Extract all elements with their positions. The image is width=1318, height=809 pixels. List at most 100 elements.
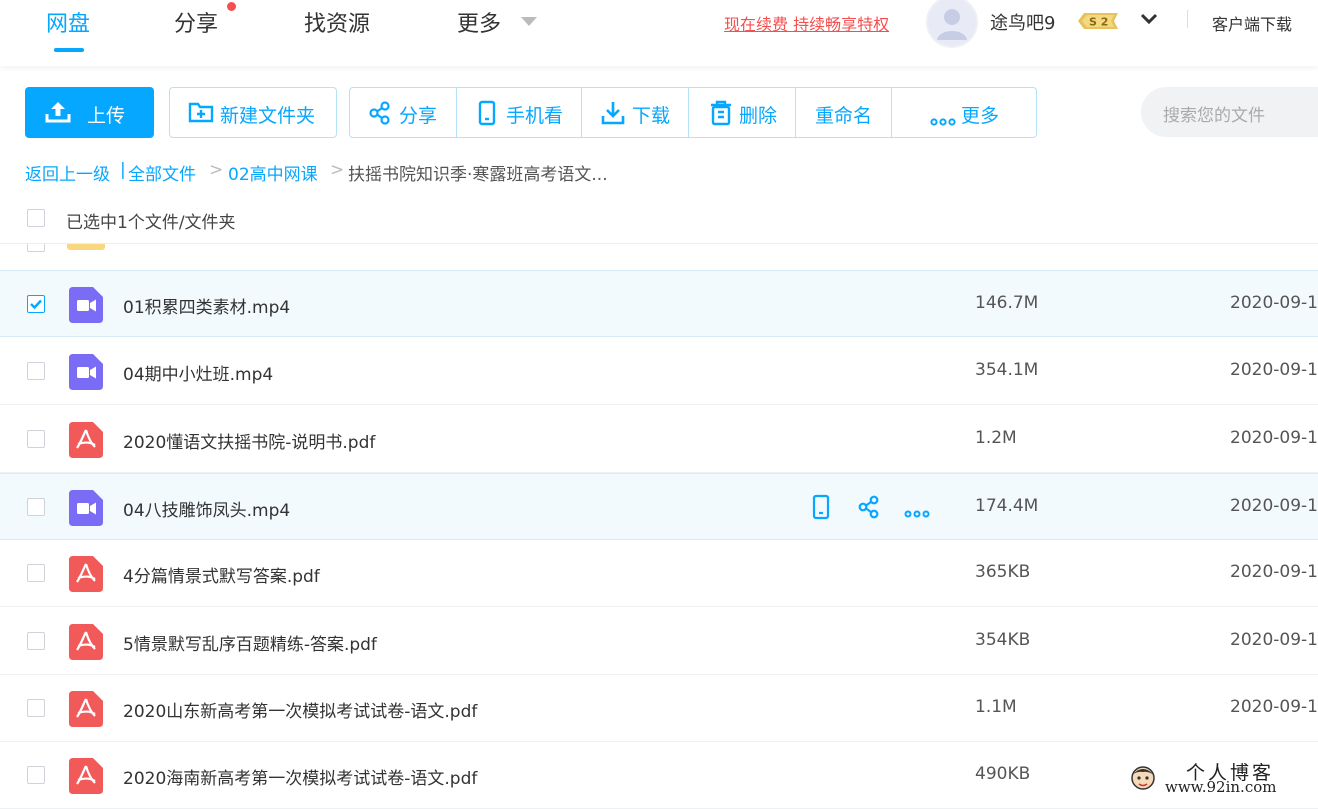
row-checkbox[interactable] xyxy=(27,632,45,650)
phone-icon xyxy=(477,100,497,131)
file-name[interactable]: 04八技雕饰凤头.mp4 xyxy=(123,496,290,521)
row-checkbox[interactable] xyxy=(27,430,45,448)
rename-button[interactable]: 重命名 xyxy=(796,88,891,137)
breadcrumb-divider: | xyxy=(120,160,126,180)
breadcrumb-separator: > xyxy=(330,160,345,180)
breadcrumb-separator: > xyxy=(209,160,224,180)
vip-badge-text: S 2 xyxy=(1089,16,1108,29)
share-label: 分享 xyxy=(399,105,438,127)
new-folder-button[interactable]: 新建文件夹 xyxy=(169,87,337,138)
select-all-checkbox[interactable] xyxy=(27,209,45,227)
pdf-file-icon xyxy=(69,691,103,727)
download-button[interactable]: 下载 xyxy=(582,88,688,137)
table-row[interactable]: 5情景默写乱序百题精练-答案.pdf 354KB 2020-09-16 xyxy=(0,608,1318,675)
trash-icon xyxy=(709,100,733,131)
file-name[interactable]: 04期中小灶班.mp4 xyxy=(123,360,273,385)
search-placeholder: 搜索您的文件 xyxy=(1163,106,1265,126)
upload-label: 上传 xyxy=(87,105,126,127)
download-label: 下载 xyxy=(632,105,671,127)
file-size: 365KB xyxy=(975,562,1031,582)
row-actions xyxy=(808,492,938,522)
watermark-url: www.92in.com xyxy=(1165,778,1277,796)
row-checkbox[interactable] xyxy=(27,244,45,252)
chevron-down-icon[interactable] xyxy=(1138,8,1160,30)
rename-label: 重命名 xyxy=(815,105,873,127)
notification-dot xyxy=(227,2,236,11)
file-name[interactable]: 2020山东新高考第一次模拟考试试卷-语文.pdf xyxy=(123,697,477,722)
file-name[interactable]: 01积累四类素材.mp4 xyxy=(123,293,290,318)
table-row[interactable]: 2020懂语文扶摇书院-说明书.pdf 1.2M 2020-09-16 xyxy=(0,406,1318,473)
file-date: 2020-09-16 xyxy=(1230,360,1318,380)
file-date: 2020-09-16 xyxy=(1230,293,1318,313)
ellipsis-icon xyxy=(930,109,956,131)
file-name[interactable]: 5情景默写乱序百题精练-答案.pdf xyxy=(123,630,377,655)
file-size: 1.1M xyxy=(975,697,1017,717)
table-row[interactable]: 4分篇情景式默写答案.pdf 365KB 2020-09-16 xyxy=(0,540,1318,607)
file-name[interactable]: 4分篇情景式默写答案.pdf xyxy=(123,562,320,587)
list-item-partial[interactable] xyxy=(0,244,1318,271)
breadcrumb-current: 扶摇书院知识季·寒露班高考语文... xyxy=(348,165,608,185)
vip-badge: S 2 xyxy=(1074,10,1122,32)
mobile-view-label: 手机看 xyxy=(506,105,564,127)
new-folder-label: 新建文件夹 xyxy=(220,105,316,127)
pdf-file-icon xyxy=(69,758,103,794)
upload-button[interactable]: 上传 xyxy=(25,87,154,138)
file-date: 2020-09-16 xyxy=(1230,428,1318,448)
table-row[interactable]: 04期中小灶班.mp4 354.1M 2020-09-16 xyxy=(0,338,1318,405)
folder-plus-icon xyxy=(188,100,214,129)
nav-tab-netdisk[interactable]: 网盘 xyxy=(46,6,90,38)
breadcrumb-folder[interactable]: 02高中网课 xyxy=(228,160,318,185)
table-row[interactable]: 2020山东新高考第一次模拟考试试卷-语文.pdf 1.1M 2020-09-16 xyxy=(0,675,1318,742)
divider xyxy=(1187,10,1188,28)
pdf-file-icon xyxy=(69,556,103,592)
file-size: 490KB xyxy=(975,764,1031,784)
share-button[interactable]: 分享 xyxy=(350,88,456,137)
more-label: 更多 xyxy=(961,105,1000,127)
nav-tab-share[interactable]: 分享 xyxy=(174,6,218,38)
avatar[interactable] xyxy=(926,0,978,48)
row-checkbox[interactable] xyxy=(27,564,45,582)
video-file-icon xyxy=(69,490,103,526)
nav-tab-find-resources[interactable]: 找资源 xyxy=(304,6,370,38)
file-date: 2020-09-16 xyxy=(1230,496,1318,516)
renew-link[interactable]: 现在续费 持续畅享特权 xyxy=(724,11,889,35)
file-date: 2020-09-16 xyxy=(1230,697,1318,717)
file-name[interactable]: 2020海南新高考第一次模拟考试试卷-语文.pdf xyxy=(123,764,477,789)
mascot-icon xyxy=(1128,763,1158,797)
delete-button[interactable]: 删除 xyxy=(689,88,795,137)
delete-label: 删除 xyxy=(739,105,778,127)
table-row[interactable]: 2020海南新高考第一次模拟考试试卷-语文.pdf490KB2020-09-16 xyxy=(0,742,1318,809)
mobile-view-button[interactable]: 手机看 xyxy=(457,88,581,137)
more-caret-icon[interactable] xyxy=(521,17,537,26)
row-checkbox[interactable] xyxy=(27,362,45,380)
file-date: 2020-09-16 xyxy=(1230,562,1318,582)
selection-count: 已选中1个文件/文件夹 xyxy=(66,213,236,233)
more-button[interactable]: 更多 xyxy=(892,88,1034,137)
table-row[interactable]: 04八技雕饰凤头.mp4 174.4M 2020-09-16 xyxy=(0,473,1318,540)
breadcrumb-back[interactable]: 返回上一级 xyxy=(25,160,110,185)
table-row[interactable]: 01积累四类素材.mp4 146.7M 2020-09-16 xyxy=(0,270,1318,337)
file-size: 354KB xyxy=(975,630,1031,650)
search-input[interactable]: 搜索您的文件 xyxy=(1141,87,1318,137)
phone-icon[interactable] xyxy=(810,494,832,524)
download-icon xyxy=(600,100,626,131)
row-checkbox[interactable] xyxy=(27,295,45,313)
row-checkbox[interactable] xyxy=(27,766,45,784)
nav-tab-more[interactable]: 更多 xyxy=(457,6,501,38)
row-checkbox[interactable] xyxy=(27,699,45,717)
file-name[interactable]: 2020懂语文扶摇书院-说明书.pdf xyxy=(123,428,375,453)
upload-icon xyxy=(45,100,71,129)
username[interactable]: 途鸟吧9 xyxy=(990,9,1055,35)
share-icon[interactable] xyxy=(857,495,881,523)
folder-icon xyxy=(67,244,105,250)
client-download-link[interactable]: 客户端下载 xyxy=(1212,11,1292,35)
file-action-group: 分享 手机看 下载 删除 重命名 更多 xyxy=(349,87,1037,138)
check-icon xyxy=(30,299,42,310)
pdf-file-icon xyxy=(69,624,103,660)
file-size: 146.7M xyxy=(975,293,1039,313)
video-file-icon xyxy=(69,287,103,323)
file-size: 354.1M xyxy=(975,360,1039,380)
breadcrumb-all-files[interactable]: 全部文件 xyxy=(128,160,196,185)
row-checkbox[interactable] xyxy=(27,498,45,516)
ellipsis-icon[interactable] xyxy=(904,503,930,522)
